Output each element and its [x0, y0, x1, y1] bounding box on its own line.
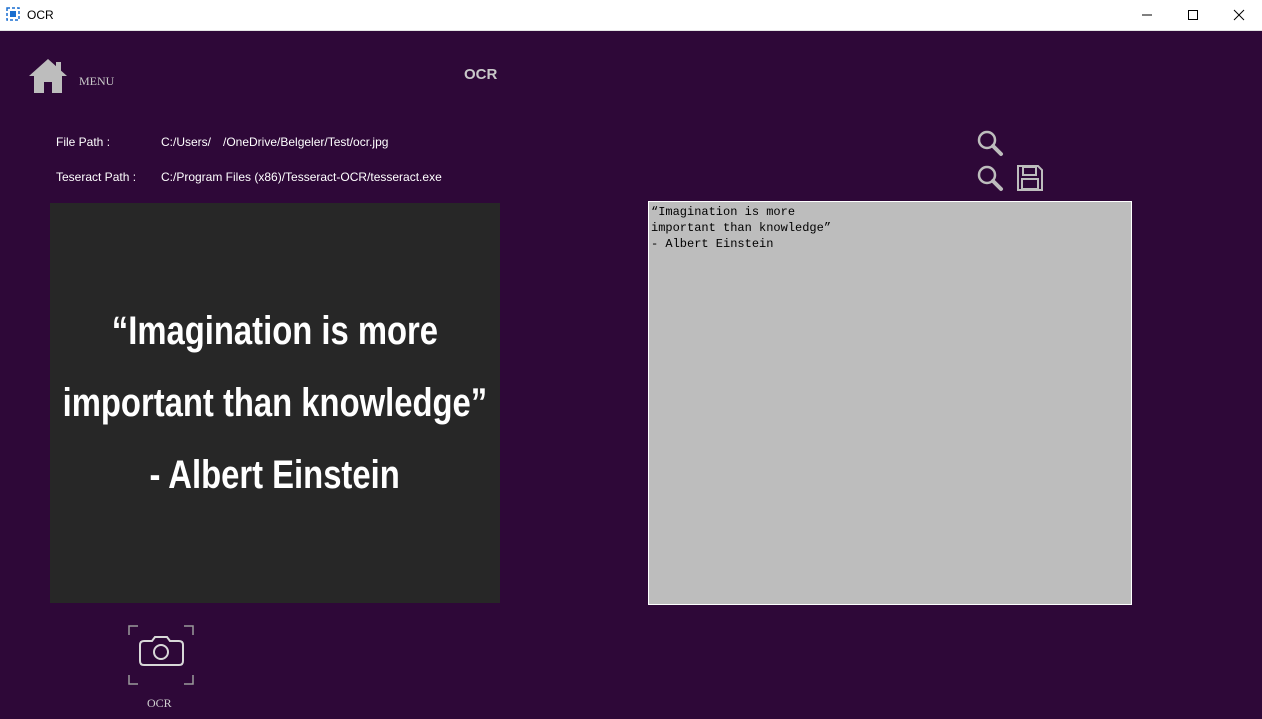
window-titlebar: OCR: [0, 0, 1262, 31]
image-text-line: - Albert Einstein: [149, 453, 401, 497]
menu-label[interactable]: MENU: [79, 74, 114, 89]
search-icon[interactable]: [976, 164, 1004, 192]
file-path-label: File Path :: [56, 135, 111, 149]
image-preview: “Imagination is more important than know…: [50, 203, 500, 603]
tesseract-path-value: C:/Program Files (x86)/Tesseract-OCR/tes…: [161, 170, 442, 184]
save-icon[interactable]: [1016, 164, 1044, 192]
search-icon[interactable]: [976, 129, 1004, 157]
app-icon: [6, 7, 20, 21]
image-text-line: “Imagination is more: [111, 309, 439, 353]
maximize-icon: [1188, 10, 1198, 20]
file-path-value: C:/Users/ /OneDrive/Belgeler/Test/ocr.jp…: [161, 135, 389, 149]
minimize-icon: [1142, 14, 1152, 16]
image-text-line: important than knowledge”: [62, 381, 488, 425]
page-title: OCR: [464, 66, 498, 83]
maximize-button[interactable]: [1170, 0, 1216, 30]
camera-icon[interactable]: [128, 625, 194, 685]
close-button[interactable]: [1216, 0, 1262, 30]
minimize-button[interactable]: [1124, 0, 1170, 30]
home-icon[interactable]: [28, 58, 68, 94]
tesseract-path-label: Teseract Path :: [56, 170, 137, 184]
close-icon: [1233, 9, 1245, 21]
window-title: OCR: [27, 8, 54, 22]
ocr-button-label[interactable]: OCR: [147, 696, 172, 711]
ocr-result-textarea[interactable]: “Imagination is more important than know…: [648, 201, 1132, 605]
